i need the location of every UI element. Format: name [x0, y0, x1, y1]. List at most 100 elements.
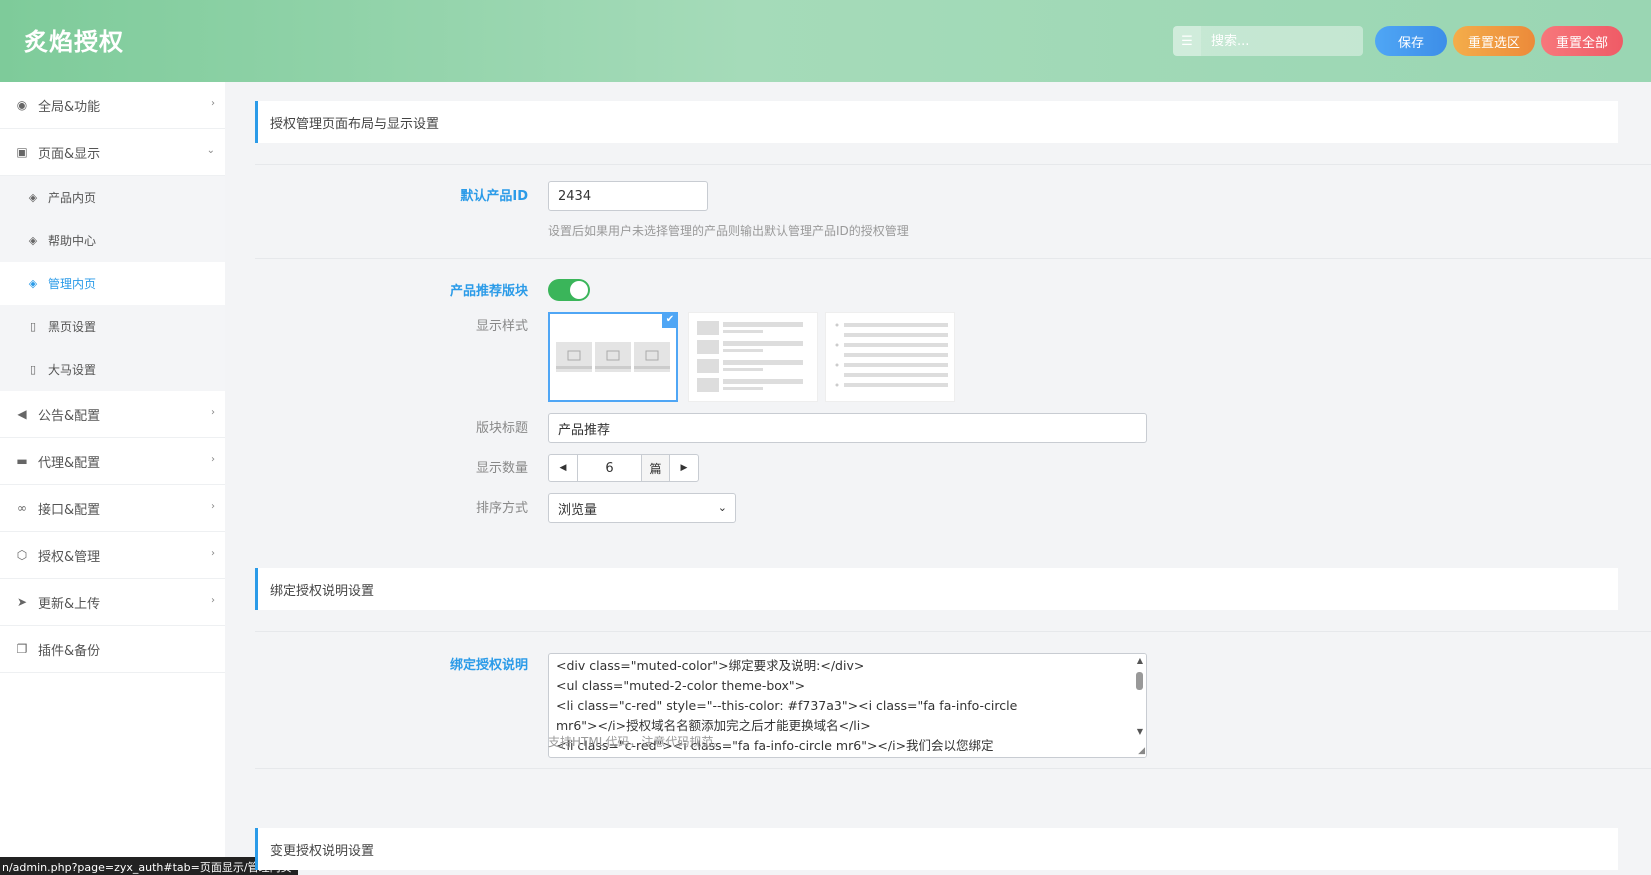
chevron-right-icon: › — [211, 595, 215, 606]
recommend-label: 产品推荐版块 — [449, 284, 528, 299]
chevron-right-icon: › — [211, 454, 215, 465]
bind-desc-help: 支持HTML代码，注意代码规范。 — [548, 735, 726, 749]
block-title-input[interactable]: 产品推荐 — [548, 413, 1147, 443]
sidebar-item-label: 全局&功能 — [38, 99, 101, 115]
resize-handle-icon[interactable]: ◢ — [1138, 746, 1145, 756]
calendar-icon: ▣ — [16, 145, 28, 159]
style-option-text-list[interactable] — [825, 312, 955, 402]
default-id-input[interactable]: 2434 — [548, 181, 708, 211]
circle-dot-icon: ◉ — [16, 98, 28, 112]
chevron-right-icon: › — [211, 501, 215, 512]
toggle-knob — [570, 281, 588, 299]
scrollbar-thumb[interactable] — [1136, 672, 1143, 690]
increment-icon[interactable]: ▶ — [670, 455, 698, 481]
divider — [255, 768, 1651, 769]
sort-label: 排序方式 — [475, 501, 528, 516]
brand-title: 炙焰授权 — [24, 28, 124, 56]
file-icon: ▯ — [29, 363, 37, 376]
section-title-layout: 授权管理页面布局与显示设置 — [255, 101, 1618, 143]
sidebar: ◉ 全局&功能 › ▣ 页面&显示 ⌄ ◈ 产品内页 ◈ 帮助中心 ◈ 管理内页… — [0, 82, 225, 875]
code-line: <li class="c-red" style="--this-color: #… — [556, 698, 1018, 713]
sidebar-item-global[interactable]: ◉ 全局&功能 › — [0, 82, 225, 129]
divider — [255, 164, 1651, 165]
recommend-toggle[interactable] — [548, 279, 590, 301]
hexagon-icon: ⬡ — [16, 548, 28, 562]
sidebar-submenu: ◈ 产品内页 ◈ 帮助中心 ◈ 管理内页 ▯ 黑页设置 ▯ 大马设置 — [0, 176, 225, 391]
sidebar-sub-black-page[interactable]: ▯ 黑页设置 — [0, 305, 225, 348]
sidebar-sub-label: 产品内页 — [48, 191, 97, 205]
style-label: 显示样式 — [475, 319, 528, 334]
cube-icon: ◈ — [28, 234, 38, 247]
chevron-right-icon: › — [211, 98, 215, 109]
sidebar-item-label: 更新&上传 — [38, 596, 101, 612]
scroll-up-icon[interactable]: ▲ — [1137, 656, 1143, 665]
grid-style-preview — [556, 342, 670, 372]
count-value[interactable]: 6 — [577, 455, 642, 481]
default-id-label: 默认产品ID — [460, 189, 528, 204]
section-title-change: 变更授权说明设置 — [255, 828, 1618, 870]
sidebar-sub-dama[interactable]: ▯ 大马设置 — [0, 348, 225, 391]
default-id-help: 设置后如果用户未选择管理的产品则输出默认管理产品ID的授权管理 — [548, 224, 909, 238]
save-button[interactable]: 保存 — [1375, 26, 1447, 56]
list-style-preview — [697, 321, 803, 392]
sidebar-item-label: 授权&管理 — [38, 549, 101, 565]
sort-select[interactable]: 浏览量 ⌄ — [548, 493, 736, 523]
header-controls: ☰ 保存 重置选区 重置全部 — [1173, 26, 1623, 56]
cube-icon: ◈ — [28, 191, 38, 204]
main-content: 授权管理页面布局与显示设置 默认产品ID 2434 设置后如果用户未选择管理的产… — [225, 82, 1651, 875]
cube-icon: ◈ — [28, 277, 38, 290]
sidebar-sub-label: 管理内页 — [48, 277, 97, 291]
megaphone-icon: ◀ — [17, 407, 27, 421]
sidebar-item-label: 页面&显示 — [38, 146, 101, 162]
style-option-list-thumb[interactable] — [688, 312, 818, 402]
textarea-scrollbar[interactable]: ▲ ▼ ◢ — [1132, 654, 1146, 757]
sidebar-sub-manage-page[interactable]: ◈ 管理内页 — [0, 262, 225, 305]
credit-card-icon: ▬ — [16, 454, 28, 468]
sidebar-item-api[interactable]: ∞ 接口&配置 › — [0, 485, 225, 532]
scroll-down-icon[interactable]: ▼ — [1137, 727, 1143, 736]
block-title-label: 版块标题 — [475, 421, 528, 436]
style-option-grid[interactable]: ✔ — [548, 312, 678, 402]
sidebar-item-label: 接口&配置 — [38, 502, 101, 518]
top-header: 炙焰授权 ☰ 保存 重置选区 重置全部 — [0, 0, 1651, 82]
chevron-down-icon: ⌄ — [717, 501, 727, 514]
code-line: <ul class="muted-2-color theme-box"> — [556, 678, 806, 693]
file-icon: ▯ — [29, 320, 37, 333]
sidebar-item-label: 代理&配置 — [38, 455, 101, 471]
sidebar-sub-product-page[interactable]: ◈ 产品内页 — [0, 176, 225, 219]
divider — [255, 258, 1651, 259]
sidebar-item-update[interactable]: ➤ 更新&上传 › — [0, 579, 225, 626]
code-line: <div class="muted-color">绑定要求及说明:</div> — [556, 658, 865, 673]
chevron-right-icon: › — [211, 548, 215, 559]
sidebar-item-auth[interactable]: ⬡ 授权&管理 › — [0, 532, 225, 579]
text-list-style-preview — [835, 323, 948, 387]
count-label: 显示数量 — [475, 461, 528, 476]
link-icon: ∞ — [17, 501, 27, 515]
divider — [255, 631, 1651, 632]
reset-section-button[interactable]: 重置选区 — [1453, 26, 1535, 56]
sidebar-item-plugin[interactable]: ❐ 插件&备份 — [0, 626, 225, 673]
sort-selected-value: 浏览量 — [558, 502, 598, 518]
reset-all-button[interactable]: 重置全部 — [1541, 26, 1623, 56]
chevron-down-icon: ⌄ — [206, 145, 215, 156]
count-unit: 篇 — [642, 455, 670, 481]
count-stepper[interactable]: ◀ 6 篇 ▶ — [548, 454, 699, 482]
sidebar-item-label: 插件&备份 — [38, 643, 101, 659]
section-title-bind: 绑定授权说明设置 — [255, 568, 1618, 610]
bind-desc-label: 绑定授权说明 — [449, 658, 528, 673]
sidebar-sub-help-center[interactable]: ◈ 帮助中心 — [0, 219, 225, 262]
sidebar-item-page-display[interactable]: ▣ 页面&显示 ⌄ — [0, 129, 225, 176]
sidebar-sub-label: 帮助中心 — [48, 234, 97, 248]
chevron-right-icon: › — [211, 407, 215, 418]
sidebar-item-notice[interactable]: ◀ 公告&配置 › — [0, 391, 225, 438]
sidebar-item-label: 公告&配置 — [38, 408, 101, 424]
decrement-icon[interactable]: ◀ — [549, 455, 577, 481]
copy-icon: ❐ — [16, 642, 28, 656]
paper-plane-icon: ➤ — [16, 595, 28, 609]
sidebar-sub-label: 黑页设置 — [48, 320, 97, 334]
check-icon: ✔ — [662, 312, 678, 328]
list-icon[interactable]: ☰ — [1173, 26, 1201, 56]
sidebar-item-agent[interactable]: ▬ 代理&配置 › — [0, 438, 225, 485]
sidebar-sub-label: 大马设置 — [48, 363, 97, 377]
search-input[interactable] — [1201, 26, 1363, 56]
